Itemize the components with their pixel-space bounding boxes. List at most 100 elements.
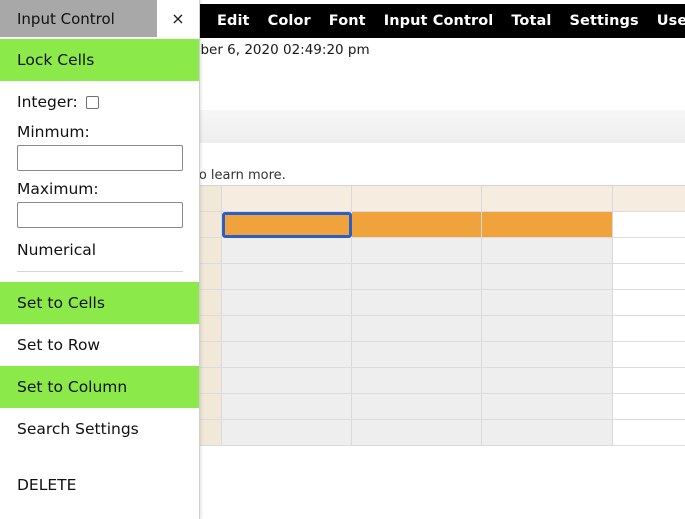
integer-checkbox[interactable] <box>85 95 99 109</box>
grid-cell[interactable] <box>613 238 685 264</box>
table-row[interactable] <box>200 342 685 368</box>
row-header-cell[interactable] <box>200 212 222 238</box>
set-to-column-label: Set to Column <box>17 378 128 396</box>
grid-cell[interactable] <box>352 420 482 446</box>
grid-cell[interactable] <box>222 368 352 394</box>
lock-cells-button[interactable]: Lock Cells <box>0 39 199 81</box>
grid-cell[interactable] <box>352 212 482 238</box>
menu-item-font[interactable]: Font <box>329 13 366 29</box>
row-header-cell[interactable] <box>200 238 222 264</box>
top-menu-bar: Edit Color Font Input Control Total Settings U… <box>200 4 685 38</box>
row-header-cell[interactable] <box>200 368 222 394</box>
grid-cell[interactable] <box>352 316 482 342</box>
menu-item-input-control[interactable]: Input Control <box>384 13 494 29</box>
grid-cell[interactable] <box>613 264 685 290</box>
grid-cell[interactable] <box>222 264 352 290</box>
app-root: Edit Color Font Input Control Total Settings U… <box>0 0 685 519</box>
grid-cell[interactable] <box>482 420 613 446</box>
grid-cell[interactable] <box>482 238 613 264</box>
grid-cell[interactable] <box>482 186 613 212</box>
set-to-cells-label: Set to Cells <box>17 294 105 312</box>
maximum-input[interactable] <box>17 202 183 228</box>
grid-cell[interactable] <box>613 368 685 394</box>
delete-label: DELETE <box>17 476 77 494</box>
grid-cell[interactable] <box>482 290 613 316</box>
selected-cell[interactable] <box>222 212 352 238</box>
minimum-label: Minmum: <box>17 123 90 141</box>
table-row[interactable] <box>200 238 685 264</box>
row-header-cell[interactable] <box>200 290 222 316</box>
set-to-row-button[interactable]: Set to Row <box>0 324 199 366</box>
grid-cell[interactable] <box>613 212 685 238</box>
grid-cell[interactable] <box>222 394 352 420</box>
grid-cell[interactable] <box>352 394 482 420</box>
set-to-row-label: Set to Row <box>17 336 101 354</box>
close-icon-glyph: × <box>171 9 185 28</box>
grid-cell[interactable] <box>222 420 352 446</box>
spreadsheet-grid[interactable] <box>200 185 685 446</box>
grid-cell[interactable] <box>222 316 352 342</box>
grid-cell[interactable] <box>482 212 613 238</box>
grid-cell[interactable] <box>352 238 482 264</box>
table-row[interactable] <box>200 186 685 212</box>
grid-cell[interactable] <box>352 290 482 316</box>
maximum-label: Maximum: <box>17 180 99 198</box>
grid-cell[interactable] <box>613 316 685 342</box>
numerical-label: Numerical <box>17 241 97 259</box>
input-control-panel: Input Control × Lock Cells Integer: Minm… <box>0 0 200 519</box>
grid-cell[interactable] <box>352 342 482 368</box>
table-row[interactable] <box>200 264 685 290</box>
table-row[interactable] <box>200 290 685 316</box>
panel-title-text: Input Control <box>17 9 115 28</box>
grid-cell[interactable] <box>352 368 482 394</box>
hint-text: ght to learn more. <box>200 168 685 183</box>
table-row[interactable] <box>200 212 685 238</box>
grid-cell[interactable] <box>222 186 352 212</box>
toolbar-band <box>200 110 685 143</box>
table-row[interactable] <box>200 420 685 446</box>
minimum-input[interactable] <box>17 145 183 171</box>
row-header-cell[interactable] <box>200 420 222 446</box>
row-header-cell[interactable] <box>200 264 222 290</box>
menu-item-settings[interactable]: Settings <box>569 13 638 29</box>
grid-cell[interactable] <box>222 238 352 264</box>
table-row[interactable] <box>200 316 685 342</box>
document-timestamp-text: ember 6, 2020 02:49:20 pm <box>200 42 370 58</box>
menu-item-color[interactable]: Color <box>268 13 311 29</box>
panel-divider <box>17 271 183 272</box>
grid-cell[interactable] <box>482 394 613 420</box>
delete-button[interactable]: DELETE <box>0 450 199 504</box>
integer-label: Integer: <box>17 93 78 111</box>
row-header-cell[interactable] <box>200 342 222 368</box>
grid-cell[interactable] <box>613 420 685 446</box>
grid-cell[interactable] <box>482 264 613 290</box>
grid-cell[interactable] <box>482 368 613 394</box>
set-to-column-button[interactable]: Set to Column <box>0 366 199 408</box>
grid-cell[interactable] <box>613 394 685 420</box>
search-settings-label: Search Settings <box>17 420 139 438</box>
document-timestamp: ember 6, 2020 02:49:20 pm <box>200 42 685 58</box>
menu-item-total[interactable]: Total <box>511 13 551 29</box>
grid-cell[interactable] <box>222 342 352 368</box>
panel-title: Input Control <box>0 0 157 37</box>
row-header-cell[interactable] <box>200 186 222 212</box>
grid-cell[interactable] <box>352 186 482 212</box>
integer-field-row: Integer: <box>17 93 183 111</box>
search-settings-button[interactable]: Search Settings <box>0 408 199 450</box>
grid-cell[interactable] <box>352 264 482 290</box>
menu-item-edit[interactable]: Edit <box>217 13 250 29</box>
grid-cell[interactable] <box>613 342 685 368</box>
close-icon[interactable]: × <box>157 0 199 37</box>
table-row[interactable] <box>200 368 685 394</box>
grid-cell[interactable] <box>613 290 685 316</box>
set-to-cells-button[interactable]: Set to Cells <box>0 282 199 324</box>
table-row[interactable] <box>200 394 685 420</box>
grid-cell[interactable] <box>222 290 352 316</box>
grid-cell[interactable] <box>482 342 613 368</box>
menu-item-users[interactable]: Users <box>657 13 685 29</box>
row-header-cell[interactable] <box>200 316 222 342</box>
grid-cell[interactable] <box>613 186 685 212</box>
lock-cells-label: Lock Cells <box>17 51 95 69</box>
grid-cell[interactable] <box>482 316 613 342</box>
row-header-cell[interactable] <box>200 394 222 420</box>
